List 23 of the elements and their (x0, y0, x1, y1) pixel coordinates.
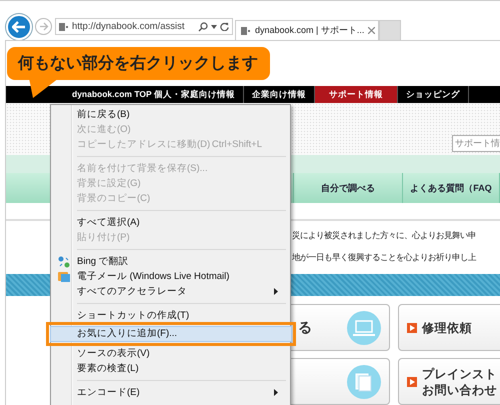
category-tab[interactable]: 自分で調べる (294, 173, 403, 203)
nav-item[interactable]: サポート情報 (314, 86, 398, 103)
menu-item[interactable]: すべてのアクセラレータ (53, 284, 288, 299)
menu-item[interactable]: ショートカットの作成(T) (53, 308, 288, 323)
menu-item[interactable]: Bing で翻訳 (53, 254, 288, 269)
card-label: 修理依頼 (422, 320, 472, 336)
service-card[interactable]: プレインスト お問い合わせ (398, 358, 500, 405)
menu-item[interactable]: 要素の検査(L) (53, 360, 288, 376)
card-label: お問い合わせ (422, 382, 497, 398)
category-tab[interactable]: よくある質問（FAQ (403, 173, 500, 203)
card-label: プレインスト (422, 366, 497, 382)
menu-item[interactable]: ソースの表示(V) (53, 346, 288, 360)
service-card[interactable]: 修理依頼 (398, 304, 500, 351)
notice-text: 地が一日も早く復興することを心よりお祈り申し上 (292, 251, 478, 264)
notice-text: 災により被災されました方々に、心よりお見舞い申 (292, 229, 477, 242)
menu-item[interactable]: 前に戻る(B) (53, 107, 288, 122)
search-field[interactable]: サポート情 (452, 135, 500, 152)
menu-item[interactable]: すべて選択(A) (53, 215, 288, 230)
browser-tab[interactable]: dynabook.com | サポート... (235, 20, 379, 40)
menu-item[interactable]: 電子メール (Windows Live Hotmail) (53, 269, 288, 284)
menu-item[interactable]: エンコード(E) (53, 384, 288, 400)
card-label: る (298, 318, 312, 336)
address-field[interactable]: http://dynabook.com/assist (55, 18, 233, 35)
